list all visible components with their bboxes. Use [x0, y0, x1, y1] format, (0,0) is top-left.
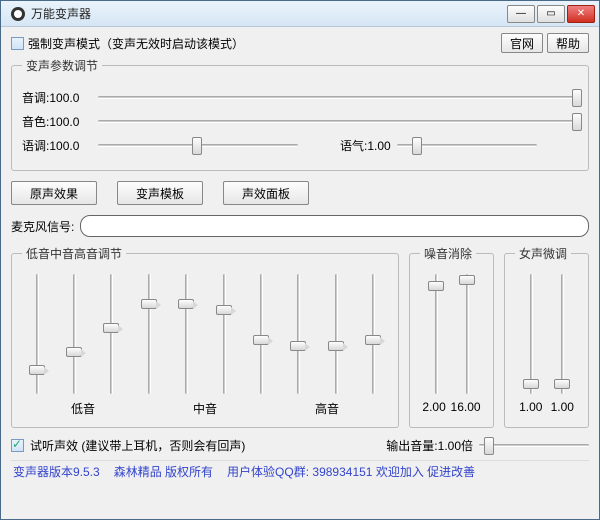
mic-signal-display	[80, 215, 589, 237]
force-mode-label: 强制变声模式（变声无效时启动该模式）	[28, 35, 244, 52]
footer-qq-label: 用户体验QQ群:	[227, 465, 309, 479]
noise-a-value: 2.00	[422, 400, 445, 414]
timbre-value: 100.0	[49, 115, 79, 129]
bottom-row: 试听声效 (建议带上耳机，否则会有回声) 输出音量:1.00倍	[11, 436, 589, 454]
eq-slider-4[interactable]	[141, 274, 157, 394]
client-area: 强制变声模式（变声无效时启动该模式） 官网 帮助 变声参数调节 音调:100.0…	[1, 27, 599, 519]
eq-legend: 低音中音高音调节	[22, 245, 126, 262]
eq-group: 低音中音高音调节 低音 中音 高音	[11, 245, 399, 428]
preset-buttons-row: 原声效果 变声模板 声效面板	[11, 181, 589, 205]
intonation-value: 100.0	[49, 139, 79, 153]
eq-slider-3[interactable]	[103, 274, 119, 394]
timbre-slider[interactable]	[98, 112, 578, 130]
eq-slider-9[interactable]	[328, 274, 344, 394]
top-row: 强制变声模式（变声无效时启动该模式） 官网 帮助	[11, 33, 589, 53]
maximize-button[interactable]: ▭	[537, 5, 565, 23]
official-site-button[interactable]: 官网	[501, 33, 543, 53]
noise-group: 噪音消除 2.00 16.00	[409, 245, 494, 428]
footer-version: 变声器版本9.5.3	[13, 463, 100, 480]
pitch-label: 音调:	[22, 91, 49, 105]
noise-b-value: 16.00	[451, 400, 481, 414]
eq-slider-2[interactable]	[66, 274, 82, 394]
output-volume-value: 1.00倍	[438, 439, 473, 453]
female-b-value: 1.00	[551, 400, 574, 414]
footer: 变声器版本9.5.3 森林精品 版权所有 用户体验QQ群: 398934151 …	[11, 460, 589, 482]
female-group: 女声微调 1.00 1.00	[504, 245, 589, 428]
voice-template-button[interactable]: 变声模板	[117, 181, 203, 205]
eq-slider-6[interactable]	[216, 274, 232, 394]
voice-params-legend: 变声参数调节	[22, 57, 102, 74]
app-window: 万能变声器 — ▭ ✕ 强制变声模式（变声无效时启动该模式） 官网 帮助 变声参…	[0, 0, 600, 520]
female-slider-b[interactable]	[554, 274, 570, 394]
mic-row: 麦克风信号:	[11, 215, 589, 237]
voice-params-group: 变声参数调节 音调:100.0 音色:100.0 语调:100.0 语气:1.0…	[11, 57, 589, 171]
noise-slider-b[interactable]	[459, 274, 475, 394]
preview-label: 试听声效 (建议带上耳机，否则会有回声)	[30, 437, 245, 454]
app-icon	[11, 7, 25, 21]
original-sound-button[interactable]: 原声效果	[11, 181, 97, 205]
tone-slider[interactable]	[397, 136, 537, 154]
tone-value: 1.00	[367, 139, 390, 153]
noise-legend: 噪音消除	[420, 245, 476, 262]
eq-slider-10[interactable]	[365, 274, 381, 394]
mic-label: 麦克风信号:	[11, 218, 74, 235]
female-legend: 女声微调	[515, 245, 571, 262]
footer-qq-num: 398934151	[312, 465, 372, 479]
output-volume-label: 输出音量:	[386, 439, 437, 453]
force-mode-checkbox[interactable]	[11, 37, 24, 50]
intonation-label: 语调:	[22, 139, 49, 153]
window-title: 万能变声器	[31, 5, 507, 22]
pitch-value: 100.0	[49, 91, 79, 105]
help-button[interactable]: 帮助	[547, 33, 589, 53]
minimize-button[interactable]: —	[507, 5, 535, 23]
female-a-value: 1.00	[519, 400, 542, 414]
tone-label: 语气:	[340, 139, 367, 153]
titlebar: 万能变声器 — ▭ ✕	[1, 1, 599, 27]
footer-tail: 欢迎加入 促进改善	[376, 465, 475, 479]
noise-slider-a[interactable]	[428, 274, 444, 394]
adjust-columns: 低音中音高音调节 低音 中音 高音 噪音消除 2.00 16.00	[11, 245, 589, 428]
female-slider-a[interactable]	[523, 274, 539, 394]
eq-high-label: 高音	[315, 400, 339, 417]
footer-copyright: 森林精品 版权所有	[114, 463, 213, 480]
timbre-label: 音色:	[22, 115, 49, 129]
sfx-panel-button[interactable]: 声效面板	[223, 181, 309, 205]
eq-low-label: 低音	[71, 400, 95, 417]
close-button[interactable]: ✕	[567, 5, 595, 23]
eq-slider-1[interactable]	[29, 274, 45, 394]
eq-mid-label: 中音	[193, 400, 217, 417]
intonation-slider[interactable]	[98, 136, 298, 154]
preview-checkbox[interactable]	[11, 439, 24, 452]
eq-slider-5[interactable]	[178, 274, 194, 394]
eq-slider-7[interactable]	[253, 274, 269, 394]
output-volume-slider[interactable]	[479, 436, 589, 454]
pitch-slider[interactable]	[98, 88, 578, 106]
eq-slider-8[interactable]	[290, 274, 306, 394]
window-buttons: — ▭ ✕	[507, 5, 595, 23]
